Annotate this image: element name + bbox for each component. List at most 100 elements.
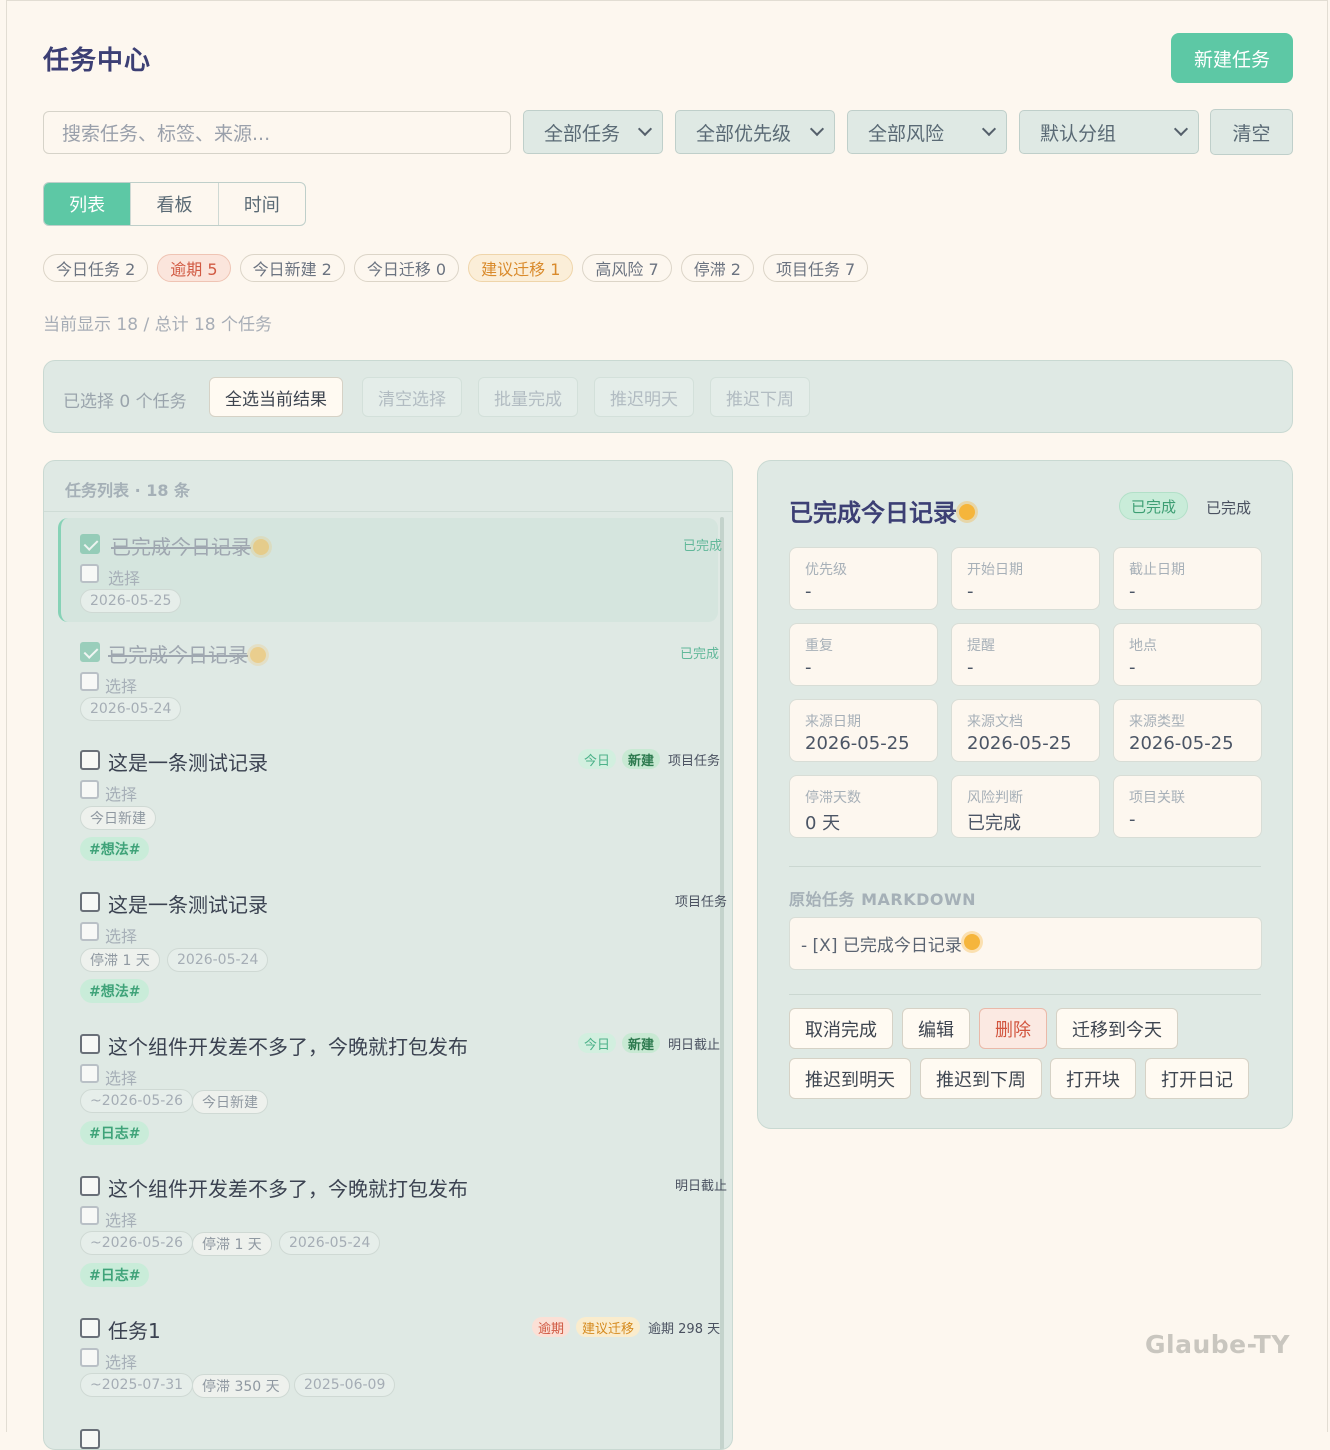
- chip-high-risk[interactable]: 高风险 7: [582, 254, 672, 282]
- field-stalled-days: 停滞天数 0 天: [789, 775, 938, 838]
- task-item[interactable]: [58, 1424, 718, 1449]
- task-title: 已完成今日记录: [111, 531, 269, 560]
- task-item[interactable]: 这是一条测试记录 项目任务 选择 停滞 1 天 2026-05-24 #想法#: [58, 876, 727, 1010]
- task-detail-panel: 已完成今日记录 已完成 已完成 优先级 - 开始日期 - 截止日期 - 重复 -…: [757, 460, 1293, 1129]
- chevron-down-icon: [637, 121, 653, 137]
- page-title: 任务中心: [43, 46, 152, 76]
- select-checkbox[interactable]: [80, 1064, 99, 1083]
- field-label: 来源类型: [1129, 714, 1185, 730]
- task-status-label: 已完成: [680, 647, 720, 662]
- chip-overdue[interactable]: 逾期 5: [157, 254, 231, 282]
- complete-checkbox[interactable]: [80, 642, 100, 662]
- delete-button[interactable]: 删除: [979, 1008, 1047, 1049]
- complete-checkbox[interactable]: [80, 1034, 100, 1054]
- task-scope-select[interactable]: 全部任务: [523, 110, 663, 154]
- tab-board[interactable]: 看板: [131, 183, 219, 225]
- selected-count: 已选择 0 个任务: [63, 392, 187, 412]
- postpone-tomorrow-button[interactable]: 推迟到明天: [789, 1058, 911, 1099]
- clear-filters-button[interactable]: 清空: [1210, 109, 1293, 155]
- chevron-down-icon: [981, 121, 997, 137]
- meta-pill: 今日新建: [192, 1090, 268, 1114]
- detail-title: 已完成今日记录: [789, 493, 975, 528]
- list-scrollbar[interactable]: [720, 517, 724, 1449]
- task-tag[interactable]: #日志#: [80, 1263, 150, 1287]
- complete-checkbox[interactable]: [80, 534, 100, 554]
- task-tag[interactable]: #想法#: [80, 837, 150, 861]
- task-item[interactable]: 这个组件开发差不多了，今晚就打包发布 明日截止 选择 ~2026-05-26 停…: [58, 1160, 727, 1294]
- today-badge: 今日: [578, 1033, 617, 1053]
- task-item[interactable]: 这个组件开发差不多了，今晚就打包发布 今日 新建 明日截止 选择 ~2026-0…: [58, 1018, 721, 1152]
- open-diary-button[interactable]: 打开日记: [1145, 1058, 1249, 1099]
- postpone-next-week-button[interactable]: 推迟到下周: [920, 1058, 1042, 1099]
- select-checkbox[interactable]: [80, 922, 99, 941]
- postpone-tomorrow-button[interactable]: 推迟明天: [594, 377, 694, 417]
- chip-stalled[interactable]: 停滞 2: [680, 254, 754, 282]
- task-item[interactable]: 这是一条测试记录 今日 新建 项目任务 选择 今日新建 #想法#: [58, 734, 720, 868]
- open-block-button[interactable]: 打开块: [1050, 1058, 1136, 1099]
- select-checkbox[interactable]: [80, 672, 99, 691]
- complete-checkbox[interactable]: [80, 750, 100, 770]
- uncomplete-button[interactable]: 取消完成: [789, 1008, 893, 1049]
- field-risk: 风险判断 已完成: [951, 775, 1100, 838]
- migrate-today-button[interactable]: 迁移到今天: [1056, 1008, 1178, 1049]
- complete-checkbox[interactable]: [80, 1429, 100, 1449]
- select-label: 选择: [105, 677, 138, 696]
- field-value: 2026-05-25: [1129, 733, 1234, 754]
- batch-complete-button[interactable]: 批量完成: [478, 377, 578, 417]
- view-tabs: 列表 看板 时间: [43, 182, 306, 226]
- complete-checkbox[interactable]: [80, 892, 100, 912]
- select-checkbox[interactable]: [80, 564, 99, 583]
- select-checkbox[interactable]: [80, 1206, 99, 1225]
- chip-project-tasks[interactable]: 项目任务 7: [762, 254, 869, 282]
- select-label: 选择: [108, 569, 141, 588]
- new-task-button[interactable]: 新建任务: [1171, 33, 1293, 83]
- chip-suggest-migrate[interactable]: 建议迁移 1: [468, 254, 574, 282]
- source-date-pill: 2025-06-09: [294, 1373, 396, 1397]
- task-item[interactable]: 任务1 逾期 建议迁移 逾期 298 天 选择 ~2025-07-31 停滞 3…: [58, 1302, 720, 1412]
- complete-checkbox[interactable]: [80, 1318, 100, 1338]
- due-label: 明日截止: [675, 1179, 728, 1194]
- select-checkbox[interactable]: [80, 780, 99, 799]
- markdown-label: 原始任务 MARKDOWN: [789, 890, 977, 909]
- priority-value: 全部优先级: [696, 122, 792, 145]
- clear-selection-button[interactable]: 清空选择: [362, 377, 462, 417]
- due-date-pill: ~2026-05-26: [80, 1089, 194, 1113]
- field-label: 重复: [805, 638, 833, 654]
- postpone-next-week-button[interactable]: 推迟下周: [710, 377, 810, 417]
- priority-select[interactable]: 全部优先级: [675, 110, 835, 154]
- meta-pill: 停滞 1 天: [192, 1232, 272, 1256]
- select-label: 选择: [105, 1353, 138, 1372]
- chip-today-tasks[interactable]: 今日任务 2: [43, 254, 149, 282]
- risk-select[interactable]: 全部风险: [847, 110, 1007, 154]
- task-tag[interactable]: #日志#: [80, 1121, 150, 1145]
- field-label: 截止日期: [1129, 562, 1185, 578]
- field-label: 地点: [1129, 638, 1157, 654]
- task-title: 已完成今日记录: [108, 639, 266, 668]
- list-divider: [44, 511, 732, 512]
- task-tag[interactable]: #想法#: [80, 979, 150, 1003]
- edit-button[interactable]: 编辑: [902, 1008, 970, 1049]
- due-date-pill: ~2025-07-31: [80, 1373, 194, 1397]
- markdown-box: - [X] 已完成今日记录: [789, 917, 1262, 970]
- task-item[interactable]: 已完成今日记录 已完成 选择 2026-05-25: [58, 518, 722, 622]
- bulk-action-bar: 已选择 0 个任务 全选当前结果 清空选择 批量完成 推迟明天 推迟下周: [43, 360, 1293, 433]
- field-value: 0 天: [805, 813, 841, 834]
- complete-checkbox[interactable]: [80, 1176, 100, 1196]
- select-checkbox[interactable]: [80, 1348, 99, 1367]
- select-label: 选择: [105, 927, 138, 946]
- select-all-button[interactable]: 全选当前结果: [209, 377, 343, 417]
- due-label: 明日截止: [668, 1037, 721, 1053]
- chip-today-new[interactable]: 今日新建 2: [239, 254, 345, 282]
- task-item[interactable]: 已完成今日记录 已完成 选择 2026-05-24: [58, 626, 720, 730]
- tab-list[interactable]: 列表: [44, 183, 132, 225]
- status-text: 已完成: [1206, 499, 1252, 517]
- grouping-select[interactable]: 默认分组: [1019, 110, 1199, 154]
- field-value: 已完成: [967, 813, 1021, 834]
- search-input[interactable]: 搜索任务、标签、来源...: [43, 111, 511, 154]
- field-value: -: [967, 657, 974, 678]
- tab-timeline[interactable]: 时间: [219, 183, 305, 225]
- chevron-down-icon: [809, 121, 825, 137]
- chip-today-migrated[interactable]: 今日迁移 0: [353, 254, 460, 282]
- field-repeat: 重复 -: [789, 623, 938, 686]
- sun-emoji-icon: [250, 646, 266, 663]
